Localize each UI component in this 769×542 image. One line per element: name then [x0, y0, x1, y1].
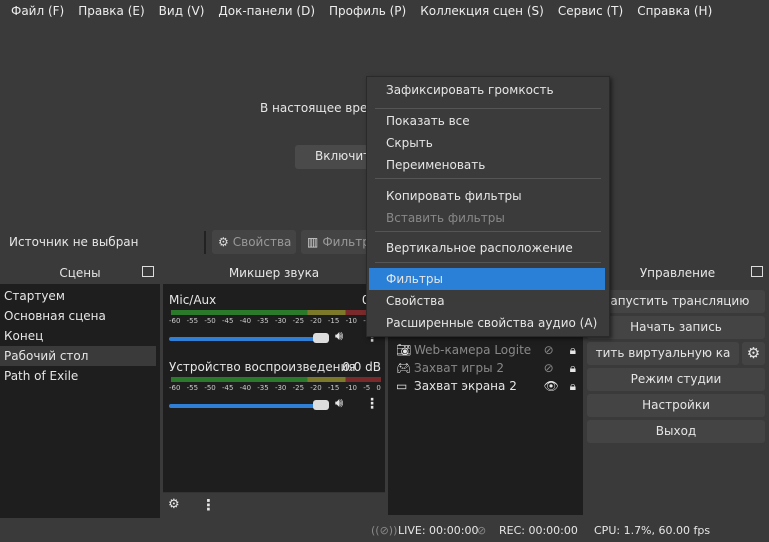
undock-icon[interactable]: [142, 266, 154, 277]
lock-icon[interactable]: 🔒︎: [570, 343, 576, 358]
eye-hidden-icon[interactable]: ⊘: [544, 361, 570, 375]
eye-hidden-icon[interactable]: ⊘: [544, 343, 570, 357]
settings-button[interactable]: Настройки: [587, 394, 765, 417]
menu-edit[interactable]: Правка (E): [71, 4, 151, 18]
menu-item-lock-volume[interactable]: Зафиксировать громкость: [367, 79, 609, 101]
menu-item-show-all[interactable]: Показать все: [367, 110, 609, 132]
camera-icon: 📷︎: [396, 343, 412, 357]
menu-item-properties[interactable]: Свойства: [367, 290, 609, 312]
menu-profile[interactable]: Профиль (P): [322, 4, 413, 18]
volume-slider[interactable]: [169, 404, 327, 408]
more-options-icon[interactable]: ⋮: [365, 396, 379, 412]
menu-item-rename[interactable]: Переименовать: [367, 154, 609, 176]
live-time: LIVE: 00:00:00: [398, 524, 479, 537]
scene-item[interactable]: Стартуем: [0, 286, 160, 306]
source-item[interactable]: 📷︎ Web-камера Logite ⊘ 🔒︎: [396, 340, 576, 360]
menu-item-copy-filters[interactable]: Копировать фильтры: [367, 185, 609, 207]
menu-file[interactable]: Файл (F): [4, 4, 71, 18]
volume-slider-handle[interactable]: [313, 333, 329, 343]
menu-separator: [375, 262, 601, 263]
advanced-audio-gear-icon[interactable]: ⚙: [168, 497, 180, 512]
menu-view[interactable]: Вид (V): [152, 4, 212, 18]
volume-meter: [171, 310, 381, 315]
controls-title-bar: Управление: [586, 262, 769, 284]
scene-item[interactable]: Основная сцена: [0, 306, 160, 326]
record-off-icon: ⊘: [477, 524, 487, 537]
scene-item-selected[interactable]: Рабочий стол: [0, 346, 156, 366]
menu-item-advanced-audio-properties[interactable]: Расширенные свойства аудио (A): [367, 312, 609, 334]
cpu-fps: CPU: 1.7%, 60.00 fps: [594, 524, 711, 537]
menu-separator: [375, 231, 601, 232]
monitor-icon: ▭: [396, 379, 408, 393]
controls-title: Управление: [639, 266, 716, 280]
menu-item-vertical-layout[interactable]: Вертикальное расположение: [367, 237, 609, 259]
gamepad-icon: 🎮︎: [396, 361, 412, 375]
mixer-title: Микшер звука: [228, 266, 320, 280]
menu-separator: [375, 178, 601, 179]
source-item[interactable]: 🎮︎ Захват игры 2 ⊘ 🔒︎: [396, 358, 576, 378]
lock-icon[interactable]: 🔒︎: [570, 361, 576, 376]
scene-item[interactable]: Конец: [0, 326, 160, 346]
speaker-icon[interactable]: 🔊︎: [335, 396, 343, 411]
meter-ticks: -60-55-50-45-40-35-30-25-20-15-10-50: [169, 317, 381, 325]
channel-db: 0.0 dB: [342, 360, 381, 374]
speaker-icon[interactable]: 🔊︎: [335, 329, 343, 344]
channel-name: Устройство воспроизведения: [169, 360, 356, 374]
filter-icon: ▥: [307, 235, 319, 249]
mixer-footer: ⚙ ⋮: [163, 492, 385, 518]
menu-separator: [375, 108, 601, 109]
menu-docks[interactable]: Док-панели (D): [211, 4, 322, 18]
audio-mixer-dock: Микшер звука Mic/Aux 0.0 -60-55-50-45-40…: [163, 262, 385, 518]
menu-item-paste-filters: Вставить фильтры: [386, 211, 505, 225]
volume-slider-handle[interactable]: [313, 400, 329, 410]
stream-off-icon: ((⊘)): [371, 524, 398, 537]
scenes-dock: Сцены Стартуем Основная сцена Конец Рабо…: [0, 262, 160, 518]
context-menu: Зафиксировать громкость Показать все Скр…: [366, 76, 610, 337]
start-streaming-button[interactable]: Запустить трансляцию: [587, 290, 765, 313]
source-item[interactable]: ▭ Захват экрана 2 👁︎ 🔒︎: [396, 376, 576, 396]
menu-bar: Файл (F) Правка (E) Вид (V) Док-панели (…: [0, 0, 769, 22]
menu-scene-collection[interactable]: Коллекция сцен (S): [413, 4, 551, 18]
exit-button[interactable]: Выход: [587, 420, 765, 443]
start-recording-button[interactable]: Начать запись: [587, 316, 765, 339]
mixer-menu-icon[interactable]: ⋮: [201, 496, 216, 514]
studio-mode-button[interactable]: Режим студии: [587, 368, 765, 391]
volume-meter: [171, 377, 381, 382]
undock-icon[interactable]: [751, 266, 763, 277]
divider: [204, 231, 206, 254]
filters-button[interactable]: ▥ Фильтр: [301, 230, 371, 254]
scenes-title: Сцены: [59, 266, 101, 280]
menu-item-hide[interactable]: Скрыть: [367, 132, 609, 154]
rec-time: REC: 00:00:00: [499, 524, 578, 537]
no-source-label: Источник не выбран: [9, 235, 139, 249]
channel-name: Mic/Aux: [169, 293, 217, 307]
menu-help[interactable]: Справка (H): [630, 4, 719, 18]
menu-item-filters[interactable]: Фильтры: [369, 268, 605, 290]
gear-icon: ⚙: [218, 235, 229, 249]
start-virtual-camera-button[interactable]: тить виртуальную ка: [587, 342, 739, 365]
lock-icon[interactable]: 🔒︎: [570, 379, 576, 394]
status-bar: ((⊘)) LIVE: 00:00:00 ⊘ REC: 00:00:00 CPU…: [0, 518, 769, 542]
eye-icon[interactable]: 👁︎: [544, 379, 570, 393]
meter-ticks: -60-55-50-45-40-35-30-25-20-15-10-50: [169, 384, 381, 392]
properties-button[interactable]: ⚙ Свойства: [212, 230, 296, 254]
virtual-camera-settings-gear-icon[interactable]: ⚙: [742, 342, 765, 365]
volume-slider[interactable]: [169, 337, 327, 341]
scene-item[interactable]: Path of Exile: [0, 366, 160, 386]
menu-tools[interactable]: Сервис (T): [551, 4, 630, 18]
